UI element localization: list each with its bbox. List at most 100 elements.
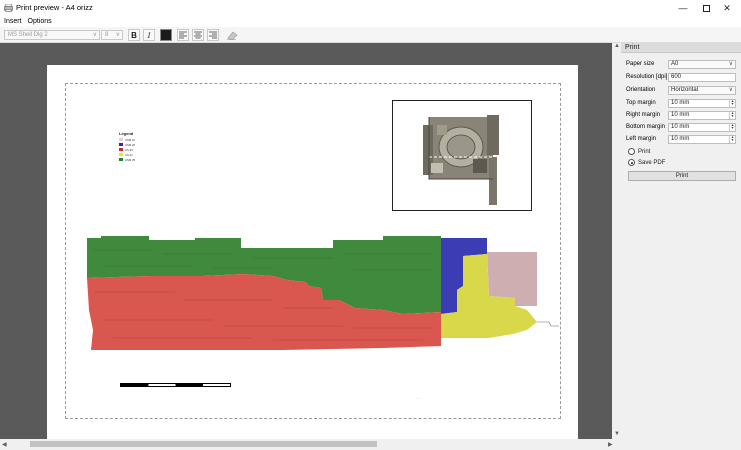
save-pdf-radio[interactable]: Save PDF <box>628 159 665 166</box>
title-bar: Print preview - A4 orizz — ✕ <box>0 0 741 16</box>
top-margin-label: Top margin <box>626 100 656 106</box>
vertical-scrollbar[interactable]: ▲ ▼ <box>612 43 621 439</box>
print-page: Legend USM 10 USM 20 US 30 US 31 USM 35 <box>47 65 578 439</box>
top-margin-spinbox[interactable]: 10 mm ▲ ▼ <box>668 98 736 108</box>
wall-elevation-image <box>87 236 559 350</box>
resolution-label: Resolution [dpi] <box>626 74 668 80</box>
align-left-icon <box>179 31 187 39</box>
radio-checked-icon <box>628 159 635 166</box>
top-margin-value: 10 mm <box>671 99 690 106</box>
font-size-combo[interactable]: 8 ∨ <box>101 30 123 40</box>
italic-button[interactable]: I <box>143 29 155 41</box>
bottom-margin-row: Bottom margin 10 mm ▲ ▼ <box>626 122 738 132</box>
spin-arrows-icon[interactable]: ▲ ▼ <box>729 135 735 143</box>
horizontal-scrollbar[interactable]: ◀ ▶ <box>0 439 621 450</box>
maximize-icon <box>702 4 710 12</box>
print-settings-panel: Print Paper size A0 ∨ Resolution [dpi] 6… <box>621 43 741 450</box>
horizontal-scroll-thumb[interactable] <box>30 441 377 447</box>
radio-unchecked-icon <box>628 148 635 155</box>
print-button[interactable]: Print <box>628 171 736 181</box>
orientation-select[interactable]: Horizontal ∨ <box>668 85 736 95</box>
right-margin-spinbox[interactable]: 10 mm ▲ ▼ <box>668 110 736 120</box>
chevron-down-icon: ∨ <box>728 60 733 67</box>
legend-item: USM 35 <box>119 157 135 162</box>
site-plan-image <box>423 115 499 205</box>
print-button-label: Print <box>675 173 689 179</box>
menu-options[interactable]: Options <box>28 18 52 25</box>
spin-arrows-icon[interactable]: ▲ ▼ <box>729 123 735 131</box>
menu-insert[interactable]: Insert <box>4 18 22 25</box>
font-size-value: 8 <box>105 32 109 38</box>
orientation-value: Horizontal <box>671 86 699 93</box>
resolution-row: Resolution [dpi] 600 <box>626 72 738 82</box>
printer-icon <box>4 4 13 12</box>
align-center-button[interactable] <box>192 29 204 41</box>
legend-label: USM 10 <box>125 137 136 142</box>
panel-header: Print <box>621 43 741 53</box>
legend-label: USM 35 <box>125 157 136 162</box>
scale-note: ····· <box>416 396 421 400</box>
minimize-icon: — <box>678 3 688 13</box>
legend-label: US 31 <box>125 152 133 157</box>
left-margin-row: Left margin 10 mm ▲ ▼ <box>626 134 738 144</box>
legend-swatch <box>119 153 123 156</box>
align-right-icon <box>209 31 217 39</box>
save-pdf-radio-label: Save PDF <box>638 159 666 166</box>
clear-format-button[interactable] <box>226 29 238 41</box>
orientation-row: Orientation Horizontal ∨ <box>626 85 738 95</box>
text-color-swatch[interactable] <box>160 29 172 41</box>
right-margin-row: Right margin 10 mm ▲ ▼ <box>626 110 738 120</box>
format-toolbar: MS Shell Dlg 2 ∨ 8 ∨ B I <box>0 27 741 43</box>
right-margin-label: Right margin <box>626 112 661 118</box>
preview-area[interactable]: Legend USM 10 USM 20 US 30 US 31 USM 35 <box>0 43 612 439</box>
scale-bar <box>120 383 231 387</box>
scroll-down-icon[interactable]: ▼ <box>614 431 620 437</box>
map-legend: Legend USM 10 USM 20 US 30 US 31 USM 35 <box>119 131 135 162</box>
scroll-up-icon[interactable]: ▲ <box>614 43 620 49</box>
right-margin-value: 10 mm <box>671 111 690 118</box>
print-radio-label: Print <box>638 148 651 155</box>
window-title: Print preview - A4 orizz <box>16 3 93 12</box>
left-margin-label: Left margin <box>626 136 657 142</box>
italic-label: I <box>147 30 151 40</box>
font-family-combo[interactable]: MS Shell Dlg 2 ∨ <box>4 30 100 40</box>
paper-size-value: A0 <box>671 60 679 67</box>
wall-elevation-drawing <box>83 230 573 360</box>
legend-swatch <box>119 138 123 141</box>
spin-arrows-icon[interactable]: ▲ ▼ <box>729 111 735 119</box>
close-button[interactable]: ✕ <box>713 0 741 16</box>
left-margin-spinbox[interactable]: 10 mm ▲ ▼ <box>668 134 736 144</box>
chevron-down-icon: ∨ <box>728 86 733 93</box>
inset-site-plan <box>392 100 532 211</box>
legend-title: Legend <box>119 131 134 136</box>
scroll-right-icon[interactable]: ▶ <box>608 441 613 448</box>
scroll-left-icon[interactable]: ◀ <box>2 441 7 448</box>
font-family-value: MS Shell Dlg 2 <box>8 32 48 38</box>
menu-bar: Insert Options <box>0 16 741 27</box>
align-right-button[interactable] <box>207 29 219 41</box>
legend-label: USM 20 <box>125 142 136 147</box>
chevron-down-icon: ∨ <box>115 32 120 38</box>
legend-swatch <box>119 158 123 161</box>
paper-size-label: Paper size <box>626 61 655 67</box>
close-icon: ✕ <box>723 2 731 13</box>
bold-button[interactable]: B <box>128 29 140 41</box>
spin-arrows-icon[interactable]: ▲ ▼ <box>729 99 735 107</box>
paper-size-row: Paper size A0 ∨ <box>626 59 738 69</box>
resolution-input[interactable]: 600 <box>668 72 736 82</box>
print-preview-window: Print preview - A4 orizz — ✕ Insert Opti… <box>0 0 741 450</box>
legend-swatch <box>119 148 123 151</box>
resolution-value: 600 <box>671 73 682 80</box>
bold-label: B <box>131 30 137 40</box>
bottom-margin-value: 10 mm <box>671 123 690 130</box>
paper-size-select[interactable]: A0 ∨ <box>668 59 736 69</box>
print-radio[interactable]: Print <box>628 148 650 155</box>
align-left-button[interactable] <box>177 29 189 41</box>
bottom-margin-label: Bottom margin <box>626 124 666 130</box>
bottom-margin-spinbox[interactable]: 10 mm ▲ ▼ <box>668 122 736 132</box>
top-margin-row: Top margin 10 mm ▲ ▼ <box>626 98 738 108</box>
eraser-icon <box>226 31 237 40</box>
legend-swatch <box>119 143 123 146</box>
orientation-label: Orientation <box>626 87 656 93</box>
left-margin-value: 10 mm <box>671 135 690 142</box>
